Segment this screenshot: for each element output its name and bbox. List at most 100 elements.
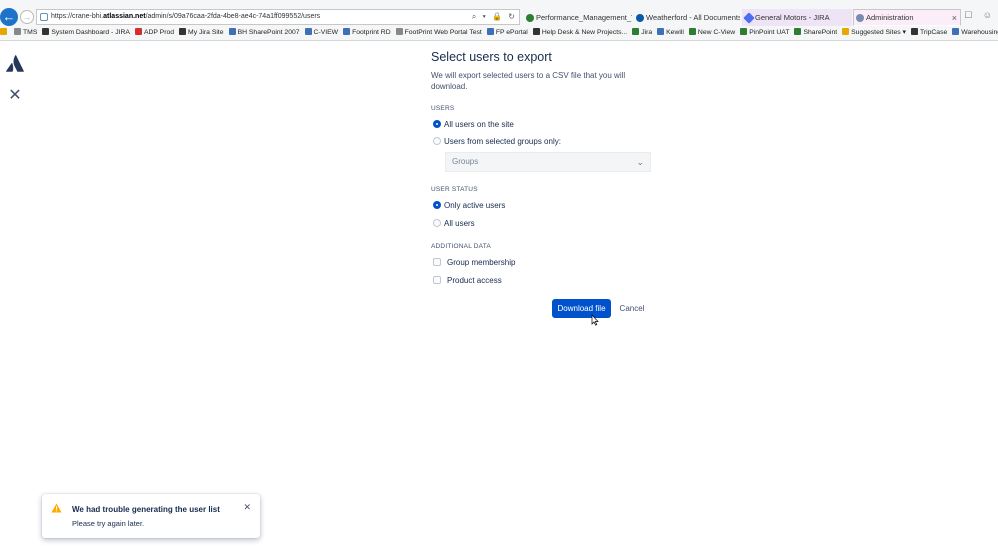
- favorite-label: My Jira Site: [188, 29, 224, 36]
- address-bar[interactable]: https://crane-bhi.atlassian.net/admin/s/…: [36, 9, 520, 25]
- favorite-icon: [632, 28, 640, 35]
- checkbox-group-membership[interactable]: Group membership: [433, 257, 515, 269]
- favorite-label: SharePoint: [803, 29, 838, 36]
- radio-all-users-on-site[interactable]: All users on the site: [433, 119, 514, 131]
- users-section-label: USERS: [431, 105, 455, 112]
- radio-unchecked-icon[interactable]: [433, 137, 441, 145]
- favorite-item[interactable]: C-VIEW: [304, 27, 339, 39]
- favorite-icon: [304, 28, 312, 35]
- favorite-item[interactable]: My Jira Site: [179, 27, 224, 39]
- favorite-label: Jira: [641, 29, 653, 36]
- favorite-label: PinPoint UAT: [749, 29, 790, 36]
- favorite-icon: [794, 28, 802, 35]
- favorite-item[interactable]: FootPrint Web Portal Test: [395, 27, 482, 39]
- favorite-icon: [228, 28, 236, 35]
- chevron-down-icon: ⌄: [636, 157, 644, 167]
- favorite-item[interactable]: Kewill: [657, 27, 684, 39]
- tab-label: General Motors - JIRA: [755, 13, 830, 22]
- favorite-item[interactable]: ADP Prod: [134, 27, 174, 39]
- favorite-icon: [532, 28, 540, 35]
- radio-only-active-users[interactable]: Only active users: [433, 200, 505, 212]
- favorite-icon: [42, 28, 50, 35]
- favorite-icon: [486, 28, 494, 35]
- atlassian-logo[interactable]: [6, 55, 24, 72]
- tab-weatherford[interactable]: Weatherford - All Documents: [633, 9, 741, 26]
- forward-button[interactable]: →: [20, 10, 34, 24]
- option-label: All users on the site: [444, 120, 514, 129]
- error-flag: We had trouble generating the user list …: [42, 494, 260, 538]
- mouse-cursor-icon: [591, 314, 599, 326]
- url-prefix: https://crane-bhi.: [51, 13, 104, 20]
- cancel-button[interactable]: Cancel: [614, 299, 650, 318]
- favorites-bar: TMS System Dashboard - JIRA ADP Prod My Jir…: [0, 27, 998, 40]
- flag-close-icon[interactable]: ✕: [243, 502, 251, 513]
- favorite-item[interactable]: New C-View: [688, 27, 735, 39]
- browser-chrome: ← → https://crane-bhi.atlassian.net/admi…: [0, 0, 998, 41]
- favorite-label: Warehousing & Distr...: [961, 29, 998, 36]
- favorite-label: C-VIEW: [313, 29, 339, 36]
- tab-favicon: [856, 14, 864, 22]
- favorite-icon: [343, 28, 351, 35]
- option-label: Group membership: [447, 258, 516, 267]
- radio-all-users[interactable]: All users: [433, 218, 475, 230]
- checkbox-icon[interactable]: [433, 258, 441, 266]
- favorite-item[interactable]: PinPoint UAT: [740, 27, 789, 39]
- favorite-item[interactable]: FP ePortal: [486, 27, 528, 39]
- favorite-label: Suggested Sites ▾: [851, 29, 906, 36]
- warning-icon: [51, 503, 62, 513]
- url-path: /admin/s/09a76caa-2fda-4be8-ae4c-74a1ff0…: [145, 13, 321, 20]
- tab-label: Performance_Management_Tool: [536, 13, 632, 22]
- favorite-item[interactable]: System Dashboard - JIRA: [42, 27, 130, 39]
- radio-checked-icon[interactable]: [433, 120, 441, 128]
- groups-select[interactable]: Groups ⌄: [445, 152, 651, 172]
- address-tools[interactable]: ⌕ ▾ 🔒 ↻: [472, 10, 517, 24]
- option-label: All users: [444, 219, 475, 228]
- tab-performance-management[interactable]: Performance_Management_Tool: [523, 9, 633, 26]
- favorite-item[interactable]: Warehousing & Distr...: [952, 27, 998, 39]
- favorite-item[interactable]: TripCase: [910, 27, 947, 39]
- favorite-item[interactable]: TMS: [14, 27, 37, 39]
- favorite-icon: [179, 28, 187, 35]
- favorite-label: FootPrint Web Portal Test: [404, 29, 482, 36]
- favorite-icon: [842, 28, 850, 35]
- tab-general-motors-jira[interactable]: General Motors - JIRA: [742, 9, 852, 26]
- radio-unchecked-icon[interactable]: [433, 219, 441, 227]
- tab-close-icon[interactable]: ×: [952, 10, 957, 25]
- favorite-icon: [952, 28, 960, 35]
- download-file-button[interactable]: Download file: [552, 299, 611, 318]
- toolbar-icons[interactable]: ☐ ☺: [964, 10, 996, 21]
- favorite-label: TMS: [23, 29, 38, 36]
- groups-placeholder: Groups: [452, 157, 479, 166]
- favorite-icon: [395, 28, 403, 35]
- flag-title: We had trouble generating the user list: [72, 505, 220, 514]
- tab-administration[interactable]: Administration ×: [853, 9, 961, 26]
- favorite-icon: [657, 28, 665, 35]
- favorite-label: System Dashboard - JIRA: [51, 29, 130, 36]
- favorite-item[interactable]: Jira: [632, 27, 652, 39]
- tab-label: Administration: [866, 13, 914, 22]
- radio-users-from-groups[interactable]: Users from selected groups only:: [433, 136, 561, 148]
- back-button[interactable]: ←: [0, 8, 18, 26]
- favorite-item[interactable]: Footprint RD: [343, 27, 391, 39]
- favorite-label: Kewill: [666, 29, 684, 36]
- favorite-icon: [0, 28, 7, 35]
- favorite-item[interactable]: Suggested Sites ▾: [842, 27, 906, 39]
- favorite-label: Footprint RD: [352, 29, 391, 36]
- favorite-label: BH SharePoint 2007: [237, 29, 300, 36]
- favorite-label: Help Desk & New Projects...: [541, 29, 628, 36]
- close-icon[interactable]: ✕: [8, 88, 22, 104]
- favorite-label: FP ePortal: [495, 29, 528, 36]
- favorite-item[interactable]: SharePoint: [794, 27, 837, 39]
- jira-icon: [743, 12, 755, 24]
- checkbox-product-access[interactable]: Product access: [433, 275, 502, 287]
- radio-checked-icon[interactable]: [433, 201, 441, 209]
- checkbox-icon[interactable]: [433, 276, 441, 284]
- favorite-icon: [14, 28, 21, 35]
- favorite-item[interactable]: BH SharePoint 2007: [228, 27, 300, 39]
- option-label: Product access: [447, 276, 502, 285]
- favorite-item[interactable]: [0, 27, 9, 39]
- page-title: Select users to export: [431, 50, 552, 64]
- favorite-item[interactable]: Help Desk & New Projects...: [532, 27, 628, 39]
- favorite-icon: [740, 28, 748, 35]
- favorite-icon: [688, 28, 696, 35]
